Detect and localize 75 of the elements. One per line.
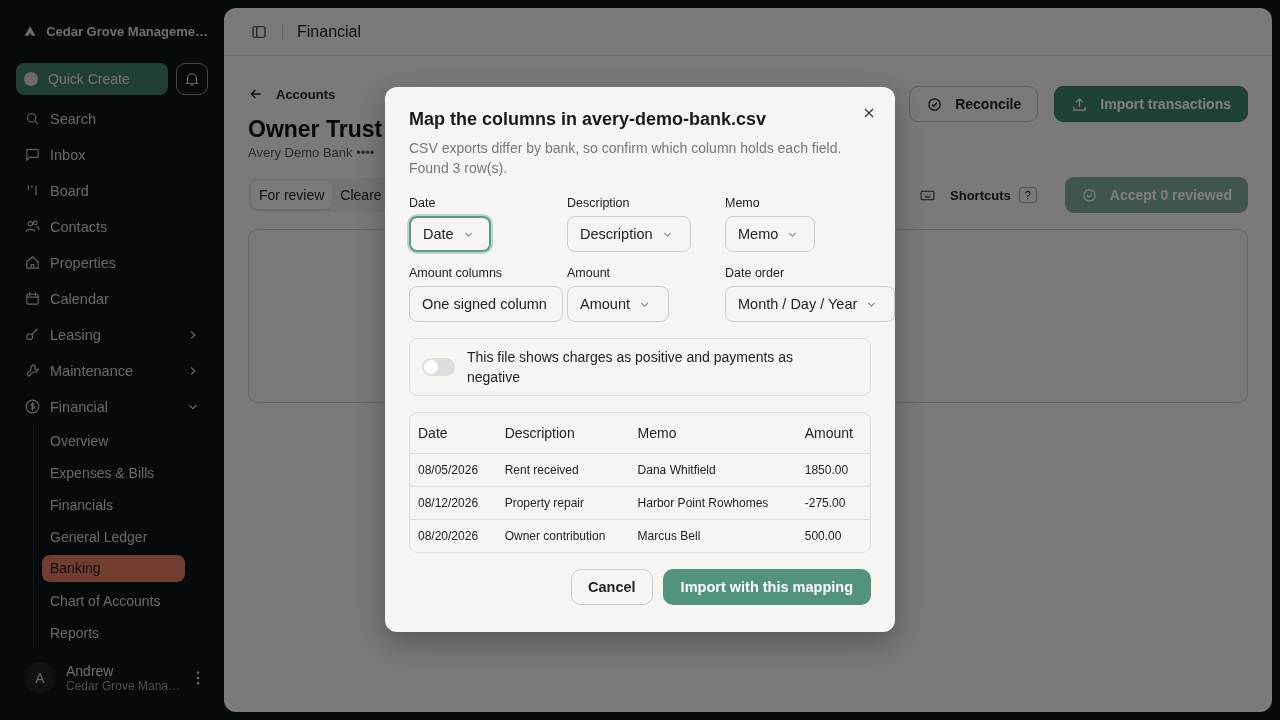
table-cell-text: Marcus Bell [636,528,702,545]
avatar: A [24,662,56,695]
nav-icon [24,146,41,164]
column-header: Amount [796,413,870,454]
import-button[interactable]: Import transactions [1054,86,1248,122]
back-link[interactable]: Accounts [248,86,383,102]
nav-item[interactable]: Maintenance [16,352,208,389]
account-subtitle: Avery Demo Bank •••• [248,145,376,160]
column-header: Date [410,413,497,454]
field-label: Date order [725,266,786,280]
toggle-label: This file shows charges as positive and payments as negative [467,348,795,387]
tab[interactable]: Cleare [332,181,390,209]
more-icon[interactable] [196,671,200,686]
nav-item[interactable]: Calendar [16,280,208,317]
table-cell: 08/12/2026 [410,487,497,520]
nav-subitem[interactable]: Expenses & Bills [42,456,185,489]
nav-item[interactable]: Financial [16,388,208,425]
user-name: Andrew [66,663,115,680]
field-label: Description [567,196,631,210]
select-field[interactable]: Amount [567,286,669,322]
import-mapping-button[interactable]: Import with this mapping [662,569,871,605]
nav-icon [24,254,41,272]
select-field[interactable]: Memo [725,216,815,252]
nav-item[interactable]: Inbox [16,136,208,173]
tab[interactable]: For review [251,181,333,209]
nav-item[interactable]: Properties [16,244,208,281]
table-cell-text: 500.00 [803,528,843,545]
field-label: Amount [567,266,612,280]
check-circle-icon [926,95,944,113]
org-name: Cedar Grove Manageme… [46,24,208,39]
dialog-description: CSV exports differ by bank, so confirm which column holds each field. Found 3 row(s). [409,139,843,178]
table-cell: 08/05/2026 [410,454,497,487]
nav-icon [24,362,41,380]
nav-icon [24,398,41,416]
field-label: Date [409,196,437,210]
notifications-button[interactable] [176,62,208,95]
nav-subitem[interactable]: General Ledger [42,520,185,553]
nav-subitem[interactable]: Overview [42,424,185,457]
shortcuts-label[interactable]: Shortcuts [950,187,1011,203]
nav-subitem[interactable]: Financials [42,488,185,521]
cancel-button[interactable]: Cancel [571,569,653,605]
table-cell: Dana Whitfield [629,454,797,487]
nav-subitem[interactable]: Banking [42,554,185,582]
table-cell: 1850.00 [796,454,870,487]
nav-item[interactable]: Board [16,172,208,209]
column-header: Description [496,413,630,454]
nav-icon [24,290,41,308]
table-cell: Property repair [496,487,630,520]
table-cell: Harbor Point Rowhomes [629,487,797,520]
toggle-switch[interactable] [422,358,455,376]
check-circle-icon [1080,186,1098,204]
upload-icon [1071,95,1089,113]
select-field[interactable]: Description [567,216,691,252]
select-field[interactable]: One signed column [409,286,563,322]
account-title: Owner Trust [248,116,383,143]
select-field[interactable]: Month / Day / Year [725,286,895,322]
field-label: Amount columns [409,266,504,280]
nav-item[interactable]: Contacts [16,208,208,245]
column-header: Memo [629,413,797,454]
select-field[interactable]: Date [409,216,491,252]
table-cell: -275.00 [796,487,870,520]
nav-item[interactable]: Leasing [16,316,208,353]
shortcut-key: ? [1018,187,1037,203]
table-cell: Rent received [496,454,630,487]
field-label: Memo [725,196,761,210]
nav-item[interactable]: Search [16,100,208,137]
dialog-title: Map the columns in avery-demo-bank.csv [409,109,768,130]
reconcile-button[interactable]: Reconcile [909,86,1039,122]
nav-subitem[interactable]: Chart of Accounts [42,584,185,617]
page-header-title: Financial [297,22,362,41]
quick-create-button[interactable]: Quick Create [16,62,168,95]
table-cell-text: 08/20/2026 [417,528,480,545]
user-org: Cedar Grove Mana… [66,679,182,694]
table-cell-text: Owner contribution [503,528,607,545]
nav-subitem[interactable]: Reports [42,616,185,649]
